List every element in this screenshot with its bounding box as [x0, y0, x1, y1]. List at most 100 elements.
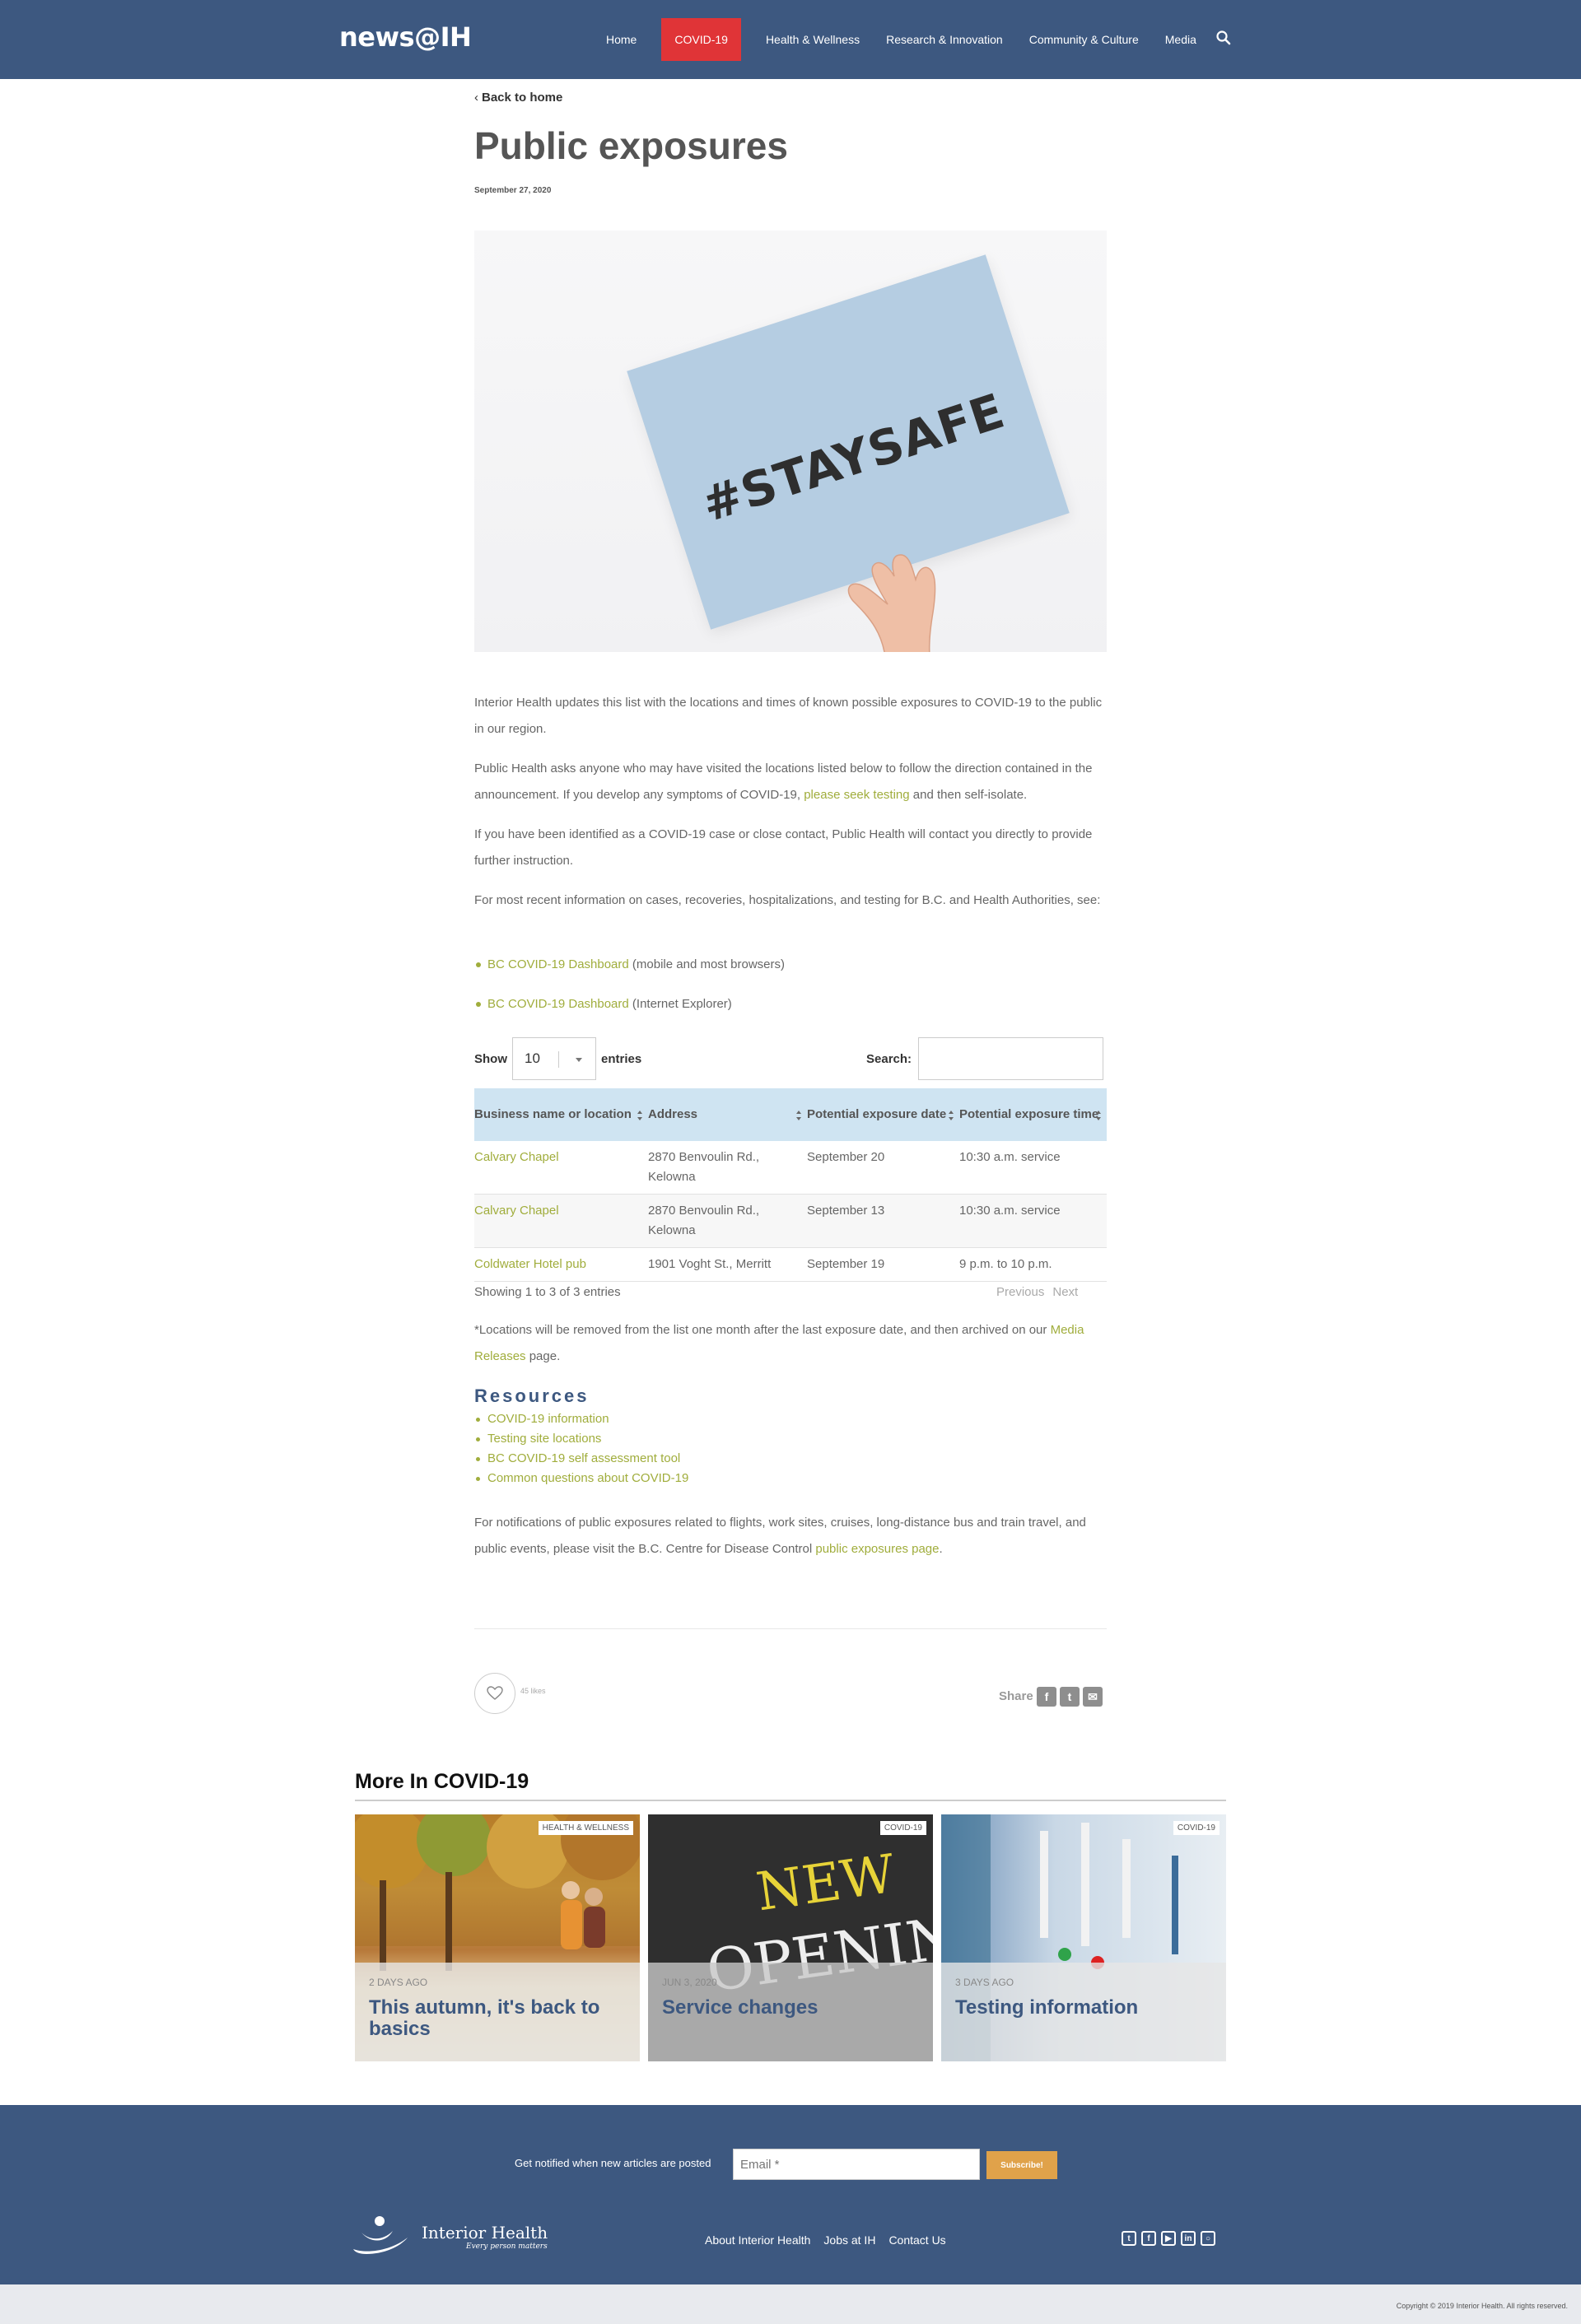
- section-divider: [355, 1800, 1226, 1801]
- social-icons: t f ▶ in ○: [1122, 2231, 1215, 2246]
- like-button[interactable]: [474, 1673, 515, 1714]
- card-date: JUN 3, 2020: [662, 1977, 717, 1988]
- search-icon[interactable]: [1215, 30, 1232, 46]
- category-tag[interactable]: HEALTH & WELLNESS: [538, 1821, 633, 1835]
- note-text: *Locations will be removed from the list…: [474, 1323, 1051, 1337]
- brand-tagline: Every person matters: [466, 2242, 548, 2251]
- column-header-label: Address: [648, 1107, 698, 1121]
- chalkboard-word: NEW: [753, 1844, 898, 1924]
- brand-name: Interior Health: [422, 2223, 548, 2242]
- jobs-link[interactable]: Jobs at IH: [823, 2233, 875, 2247]
- nav-health-wellness[interactable]: Health & Wellness: [753, 18, 873, 61]
- business-link[interactable]: Calvary Chapel: [474, 1204, 559, 1218]
- email-share-icon[interactable]: ✉: [1083, 1687, 1103, 1707]
- table-pagination: Previous Next: [996, 1285, 1078, 1299]
- table-cell: 1901 Voght St., Merritt: [648, 1247, 807, 1282]
- resource-link-testing-sites[interactable]: Testing site locations: [487, 1432, 601, 1446]
- seek-testing-link[interactable]: please seek testing: [804, 788, 909, 802]
- p2-text-after: and then self-isolate.: [909, 788, 1028, 802]
- column-header-address[interactable]: Address: [648, 1088, 807, 1141]
- facebook-share-icon[interactable]: f: [1037, 1687, 1056, 1707]
- table-header-row: Business name or location Address Potent…: [474, 1088, 1107, 1141]
- card-title[interactable]: Testing information: [955, 1997, 1210, 2019]
- footer-links: About Interior Health Jobs at IH Contact…: [705, 2233, 946, 2247]
- resources-list: COVID-19 information Testing site locati…: [474, 1409, 688, 1488]
- column-header-business[interactable]: Business name or location: [474, 1088, 648, 1141]
- nav-media[interactable]: Media: [1152, 18, 1210, 61]
- dashboard-note: (mobile and most browsers): [628, 957, 785, 971]
- table-cell: September 19: [807, 1247, 959, 1282]
- category-tag[interactable]: COVID-19: [1173, 1821, 1220, 1835]
- related-article-card[interactable]: HEALTH & WELLNESS 2 DAYS AGO This autumn…: [355, 1814, 640, 2061]
- entries-value: 10: [525, 1050, 540, 1066]
- back-to-home-link[interactable]: ‹ Back to home: [474, 91, 562, 105]
- table-cell: 2870 Benvoulin Rd., Kelowna: [648, 1194, 807, 1248]
- table-row: Calvary Chapel 2870 Benvoulin Rd., Kelow…: [474, 1141, 1107, 1195]
- column-header-date[interactable]: Potential exposure date: [807, 1088, 959, 1141]
- list-item: BC COVID-19 self assessment tool: [474, 1449, 688, 1469]
- twitter-share-icon[interactable]: t: [1060, 1687, 1080, 1707]
- share-label: Share: [999, 1689, 1033, 1703]
- table-cell: September 20: [807, 1141, 959, 1195]
- list-item: Common questions about COVID-19: [474, 1469, 688, 1488]
- dashboard-link-mobile[interactable]: BC COVID-19 Dashboard: [487, 957, 629, 971]
- resource-link-covid-info[interactable]: COVID-19 information: [487, 1412, 609, 1426]
- resource-link-common-questions[interactable]: Common questions about COVID-19: [487, 1471, 688, 1485]
- column-header-time[interactable]: Potential exposure time: [959, 1088, 1107, 1141]
- nav-research-innovation[interactable]: Research & Innovation: [873, 18, 1016, 61]
- card-title[interactable]: Service changes: [662, 1997, 917, 2019]
- table-cell: 10:30 a.m. service: [959, 1141, 1107, 1195]
- table-cell: September 13: [807, 1194, 959, 1248]
- email-field[interactable]: [733, 2149, 980, 2180]
- about-link[interactable]: About Interior Health: [705, 2233, 810, 2247]
- subscribe-button[interactable]: Subscribe!: [986, 2151, 1057, 2179]
- twitter-icon[interactable]: t: [1122, 2231, 1136, 2246]
- contact-link[interactable]: Contact Us: [888, 2233, 945, 2247]
- table-search: Search:: [866, 1037, 1104, 1080]
- business-link[interactable]: Coldwater Hotel pub: [474, 1257, 586, 1271]
- card-title[interactable]: This autumn, it's back to basics: [369, 1997, 624, 2040]
- public-exposures-page-link[interactable]: public exposures page: [815, 1542, 939, 1556]
- sort-icon: [796, 1111, 801, 1120]
- column-header-label: Potential exposure time: [959, 1107, 1099, 1121]
- hand-illustration: [847, 554, 936, 652]
- exposures-table: Business name or location Address Potent…: [474, 1088, 1107, 1282]
- search-input[interactable]: [918, 1037, 1104, 1080]
- related-article-card[interactable]: NEW OPENING COVID-19 JUN 3, 2020 Service…: [648, 1814, 933, 2061]
- youtube-icon[interactable]: ▶: [1161, 2231, 1176, 2246]
- previous-page-button[interactable]: Previous: [996, 1285, 1044, 1299]
- table-cell: 10:30 a.m. service: [959, 1194, 1107, 1248]
- dashboard-link-ie[interactable]: BC COVID-19 Dashboard: [487, 997, 629, 1011]
- resource-link-self-assessment[interactable]: BC COVID-19 self assessment tool: [487, 1451, 680, 1465]
- column-header-label: Potential exposure date: [807, 1107, 947, 1121]
- card-date: 3 DAYS AGO: [955, 1977, 1014, 1988]
- facebook-icon[interactable]: f: [1141, 2231, 1156, 2246]
- site-logo[interactable]: news@IH: [339, 21, 472, 53]
- site-footer: [0, 2105, 1581, 2284]
- close-contact-paragraph: If you have been identified as a COVID-1…: [474, 827, 1093, 868]
- divider: [474, 1628, 1107, 1629]
- sort-icon: [637, 1111, 642, 1120]
- notify-label: Get notified when new articles are poste…: [515, 2157, 711, 2169]
- instagram-icon[interactable]: ○: [1201, 2231, 1215, 2246]
- public-health-paragraph: Public Health asks anyone who may have v…: [474, 756, 1108, 808]
- table-row: Coldwater Hotel pub 1901 Voght St., Merr…: [474, 1247, 1107, 1282]
- category-tag[interactable]: COVID-19: [879, 1821, 926, 1835]
- nav-home[interactable]: Home: [593, 18, 650, 61]
- card-date: 2 DAYS AGO: [369, 1977, 428, 1988]
- related-article-card[interactable]: COVID-19 3 DAYS AGO Testing information: [941, 1814, 1226, 2061]
- linkedin-icon[interactable]: in: [1181, 2231, 1196, 2246]
- table-info: Showing 1 to 3 of 3 entries: [474, 1285, 621, 1299]
- table-cell: Calvary Chapel: [474, 1194, 648, 1248]
- nav-community-culture[interactable]: Community & Culture: [1016, 18, 1152, 61]
- business-link[interactable]: Calvary Chapel: [474, 1150, 559, 1164]
- select-divider: [558, 1051, 559, 1068]
- archive-note: *Locations will be removed from the list…: [474, 1317, 1108, 1370]
- nav-covid-19[interactable]: COVID-19: [661, 18, 741, 61]
- intro-paragraph: Interior Health updates this list with t…: [474, 696, 1103, 736]
- article-date: September 27, 2020: [474, 186, 552, 195]
- next-page-button[interactable]: Next: [1052, 1285, 1078, 1299]
- bccdc-paragraph: For notifications of public exposures re…: [474, 1510, 1108, 1563]
- entries-select[interactable]: 10: [512, 1037, 596, 1080]
- back-label: Back to home: [482, 91, 563, 105]
